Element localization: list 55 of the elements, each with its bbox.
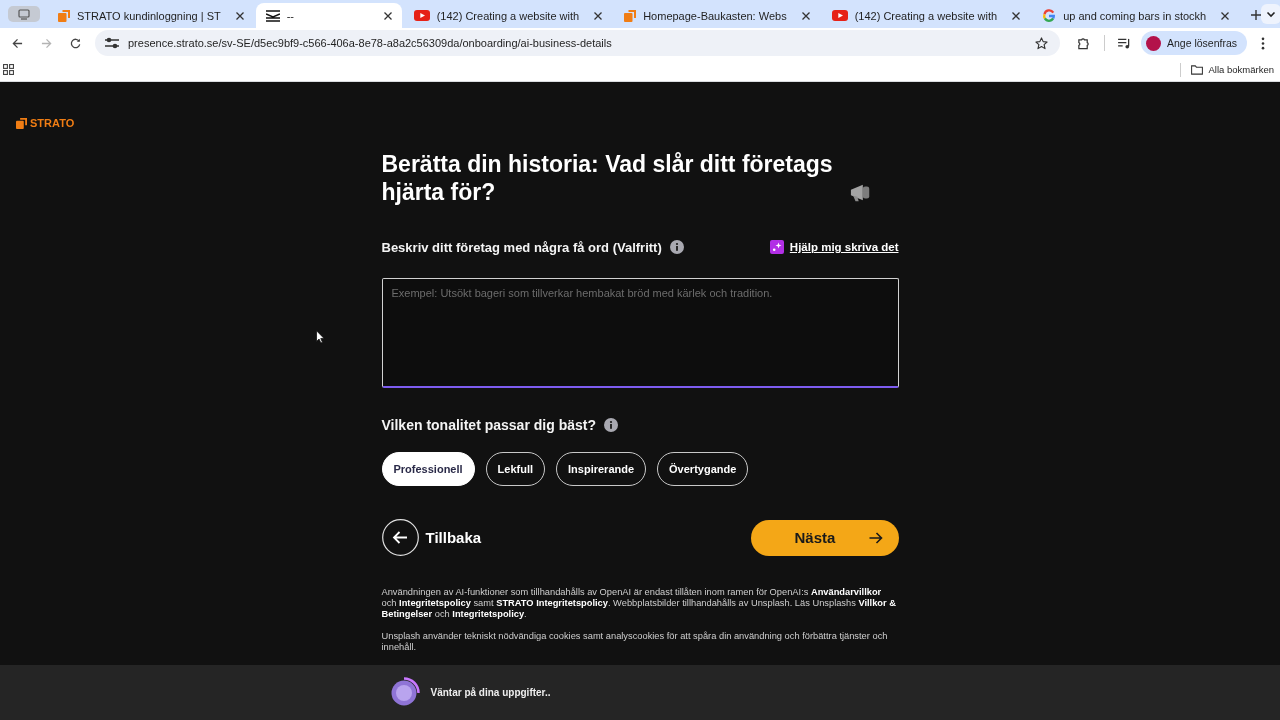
browser-tab[interactable]: (142) Creating a website with [403,3,613,28]
browser-tab[interactable]: up and coming bars in stockh [1032,3,1240,28]
squares-icon [16,117,27,129]
pointer-icon [316,330,325,344]
close-icon[interactable] [594,11,603,20]
apps-grid-icon[interactable] [3,64,14,75]
tune-icon[interactable] [105,37,119,49]
legal-text: Användningen av AI-funktioner som tillhandahålls av OpenAI är endast tillåten inom ramen för OpenAI:s Användarvillkor och Integritetspolicy samt STRATO Integritetspolicy. Webbplatsbilder tillhandahålls av Unsplash. Läs Unsplashs Villkor & Betingelser och Integritetspolicy. [381,587,897,620]
info-icon[interactable] [669,240,684,254]
close-icon[interactable] [1221,11,1230,20]
info-icon[interactable] [603,418,618,432]
play-icon [413,10,430,21]
star-icon[interactable] [1034,36,1048,50]
reload-icon [69,37,81,49]
arrow-right-icon [868,531,883,544]
close-icon[interactable] [1012,11,1021,20]
description-field[interactable]: Exempel: Utsökt bageri som tillverkar hembakat bröd med kärlek och tradition. [381,278,899,388]
help-link[interactable]: Hjälp mig skriva det [769,240,899,254]
screen-icon[interactable] [8,6,40,22]
profile-button[interactable]: Ange lösenfras [1140,31,1247,55]
tone-option[interactable]: Professionell [381,452,475,486]
field-label: Beskriv ditt företag med några få ord (Valfritt) [381,239,662,255]
address-bar[interactable]: presence.strato.se/sv-SE/d5ec9bf9-c566-406a-8e78-a8a2c56309da/onboarding/ai-business-details [95,30,1060,56]
arrow-right-icon [40,37,52,49]
avatar-icon [1145,35,1161,51]
logo-text: STRATO [30,117,75,129]
close-icon[interactable] [801,11,810,20]
folder-icon [1190,64,1203,75]
legal-text: Unsplash använder tekniskt nödvändiga cookies samt analyscookies för att spåra din användning och förbättra tjänster och innehåll. [381,631,889,653]
squares-icon [624,9,637,22]
back-button[interactable]: Tillbaka [381,519,482,556]
play-icon [831,10,848,21]
close-icon[interactable] [383,11,392,20]
arrow-left-icon [11,37,23,49]
browser-tab[interactable]: -- [255,3,402,28]
sparkle-icon [769,240,784,254]
arrow-left-icon [381,519,419,556]
squares-icon [58,9,70,22]
browser-tab[interactable]: STRATO kundinloggning | ST [48,3,254,28]
page-heading: Berätta din historia: Vad slår ditt företags hjärta för? [381,150,834,206]
browser-tab[interactable]: (142) Creating a website with [821,3,1031,28]
bookmarks-folder-button[interactable]: Alla bokmärken [1184,64,1274,75]
g-icon [1042,8,1057,23]
field-label: Vilken tonalitet passar dig bäst? [381,417,596,433]
plus-icon[interactable] [1251,10,1262,20]
next-button[interactable]: Nästa [750,519,899,556]
playlist-icon [1118,37,1132,49]
chevron-down-icon[interactable] [1261,4,1280,24]
puzzle-icon [1077,36,1091,50]
close-icon[interactable] [235,11,244,20]
status-text: Väntar på dina uppgifter.. [430,687,551,698]
kebab-menu-icon [1261,36,1265,50]
megaphone-icon [849,183,872,202]
stripes-icon [265,9,280,22]
browser-tab[interactable]: Homepage-Baukasten: Webs [614,3,820,28]
